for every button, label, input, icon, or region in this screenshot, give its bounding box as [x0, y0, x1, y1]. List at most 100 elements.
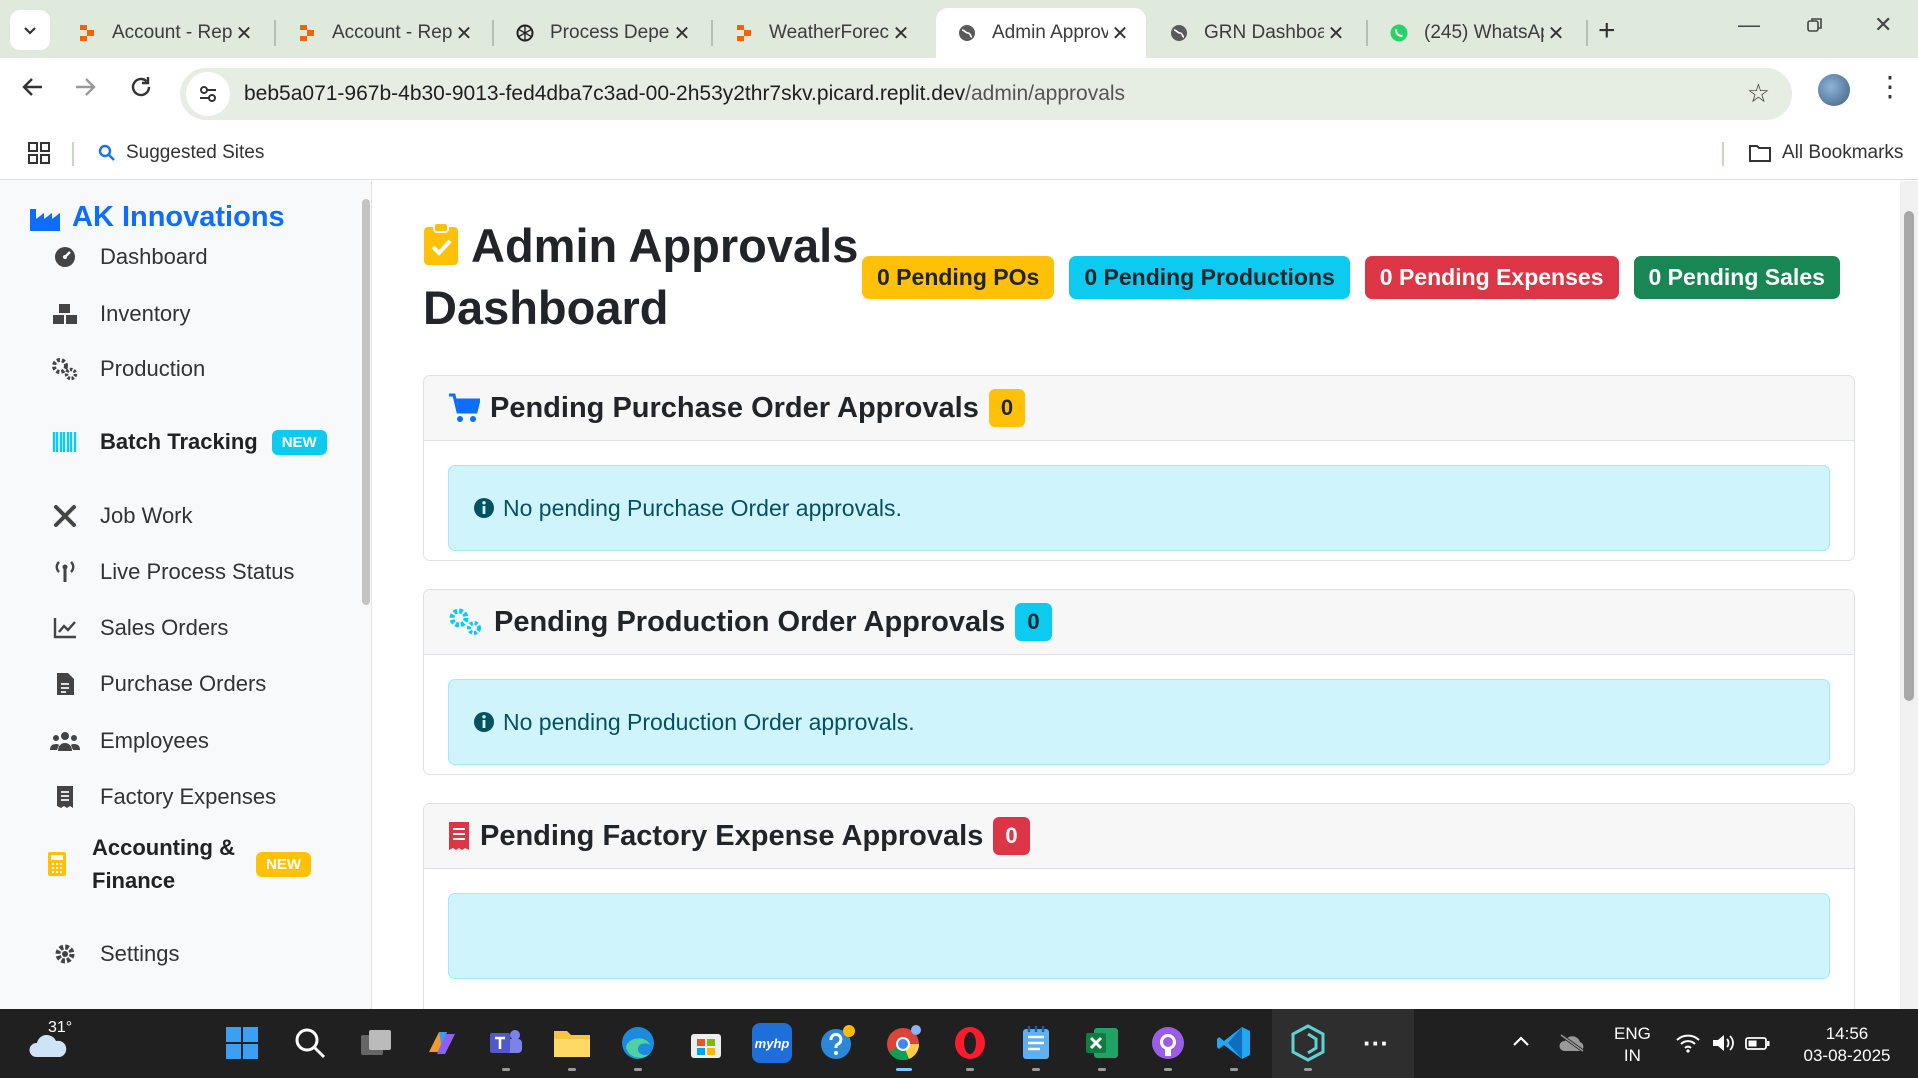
- profile-avatar[interactable]: [1818, 74, 1850, 106]
- reload-button[interactable]: [128, 74, 154, 107]
- cursor-app[interactable]: [1288, 1023, 1328, 1071]
- chevron-down-icon: [24, 27, 36, 35]
- apps-grid-icon[interactable]: [28, 142, 50, 169]
- close-icon[interactable]: ✕: [1324, 21, 1348, 46]
- url-text[interactable]: beb5a071-967b-4b30-9013-fed4dba7c3ad-00-…: [244, 82, 1125, 106]
- quick-settings-button[interactable]: [1676, 1033, 1771, 1059]
- bookmark-star-icon[interactable]: ☆: [1747, 78, 1770, 109]
- card-title: Pending Production Order Approvals: [494, 605, 1006, 638]
- sidebar-scrollbar-thumb[interactable]: [362, 199, 370, 605]
- close-icon[interactable]: ✕: [452, 21, 476, 46]
- tab-whatsapp[interactable]: (245) WhatsAp ✕: [1368, 8, 1582, 58]
- close-icon[interactable]: ✕: [889, 21, 913, 46]
- teams-icon: [490, 1030, 522, 1053]
- card-body: No pending Production Order approvals.: [424, 655, 1854, 774]
- chrome-app[interactable]: [884, 1023, 924, 1071]
- running-indicator: [1230, 1068, 1238, 1071]
- sidebar-item-employees[interactable]: Employees: [50, 728, 209, 754]
- running-indicator: [1098, 1068, 1106, 1071]
- excel-app[interactable]: [1082, 1023, 1122, 1071]
- site-info-button[interactable]: [186, 72, 230, 116]
- teams-app[interactable]: [486, 1023, 526, 1071]
- bookmarks-bar: Suggested Sites All Bookmarks: [0, 130, 1918, 180]
- myhp-app[interactable]: myhp: [752, 1023, 792, 1063]
- opera-app[interactable]: [950, 1023, 990, 1071]
- sidebar-item-inventory[interactable]: Inventory: [50, 301, 191, 327]
- tab-grn[interactable]: GRN Dashboa ✕: [1148, 8, 1362, 58]
- sidebar-item-accounting-finance[interactable]: Accounting & Finance NEW: [42, 831, 342, 897]
- menu-button[interactable]: ⋮: [1876, 70, 1904, 103]
- production-order-approvals-card: Pending Production Order Approvals 0 No …: [423, 589, 1855, 775]
- new-tab-button[interactable]: +: [1598, 14, 1616, 48]
- taskbar-search-button[interactable]: [290, 1023, 330, 1063]
- sidebar-item-live-process-status[interactable]: Live Process Status: [50, 559, 294, 585]
- onedrive-status[interactable]: [1558, 1033, 1586, 1059]
- back-button[interactable]: [20, 74, 46, 107]
- notepad-icon: [1023, 1026, 1049, 1059]
- page-scrollbar[interactable]: [1900, 181, 1918, 1009]
- sidebar-item-purchase-orders[interactable]: Purchase Orders: [50, 671, 266, 697]
- cogs-icon: [448, 607, 484, 637]
- sidebar-item-label: Production: [100, 356, 206, 381]
- file-explorer-app[interactable]: [552, 1023, 592, 1071]
- count-badge: 0: [988, 389, 1026, 427]
- tab-title: (245) WhatsAp: [1424, 22, 1544, 43]
- close-icon[interactable]: ✕: [670, 21, 694, 46]
- info-alert: No pending Purchase Order approvals.: [448, 465, 1830, 551]
- address-bar[interactable]: beb5a071-967b-4b30-9013-fed4dba7c3ad-00-…: [180, 68, 1792, 120]
- tune-icon: [200, 86, 216, 102]
- tab-weather[interactable]: WeatherForec ✕: [713, 8, 927, 58]
- sidebar-item-sales-orders[interactable]: Sales Orders: [50, 615, 228, 641]
- close-icon[interactable]: ✕: [1108, 21, 1132, 46]
- microsoft-store-app[interactable]: [686, 1023, 726, 1063]
- notepad-app[interactable]: [1016, 1023, 1056, 1071]
- sidebar-item-label: Inventory: [100, 301, 191, 326]
- tab-process[interactable]: Process Deper ✕: [494, 8, 708, 58]
- sidebar-item-dashboard[interactable]: Dashboard: [50, 244, 208, 270]
- sidebar-item-job-work[interactable]: Job Work: [50, 503, 193, 529]
- forward-button[interactable]: [72, 74, 98, 107]
- active-indicator: [896, 1068, 912, 1071]
- tab-account-1[interactable]: Account - Rep ✕: [56, 8, 270, 58]
- language-indicator[interactable]: ENG IN: [1614, 1023, 1651, 1067]
- show-hidden-icons-button[interactable]: [1512, 1031, 1530, 1053]
- replit-icon: [296, 22, 318, 44]
- tab-account-2[interactable]: Account - Rep ✕: [276, 8, 490, 58]
- sidebar-item-settings[interactable]: Settings: [50, 941, 180, 967]
- restore-button[interactable]: [1806, 14, 1824, 40]
- pending-sales-pill: 0 Pending Sales: [1633, 256, 1840, 299]
- tab-admin-approvals[interactable]: Admin Approv ✕: [936, 8, 1146, 58]
- github-desktop-app[interactable]: [1148, 1023, 1188, 1071]
- card-title: Pending Factory Expense Approvals: [480, 819, 984, 852]
- bookmark-suggested-sites[interactable]: Suggested Sites: [98, 142, 264, 164]
- get-help-app[interactable]: [818, 1023, 858, 1063]
- minimize-button[interactable]: —: [1738, 12, 1760, 38]
- boxes-icon: [50, 301, 80, 327]
- start-button[interactable]: [222, 1023, 262, 1063]
- clock[interactable]: 14:56 03-08-2025: [1792, 1023, 1902, 1067]
- copilot-icon: [429, 1032, 455, 1054]
- date: 03-08-2025: [1803, 1046, 1891, 1065]
- cogs-icon: [50, 356, 80, 382]
- close-icon[interactable]: ✕: [1544, 21, 1568, 46]
- page-scrollbar-thumb[interactable]: [1904, 211, 1914, 701]
- time: 14:56: [1825, 1024, 1869, 1043]
- edge-app[interactable]: [618, 1023, 658, 1071]
- all-bookmarks-button[interactable]: All Bookmarks: [1748, 142, 1903, 164]
- sidebar-scrollbar[interactable]: [360, 181, 371, 1009]
- folder-icon: [1749, 145, 1771, 162]
- close-icon[interactable]: ✕: [232, 21, 256, 46]
- sidebar-item-batch-tracking[interactable]: Batch Tracking NEW: [50, 429, 327, 455]
- tab-search-button[interactable]: [10, 10, 50, 50]
- brand-logo[interactable]: AK Innovations: [30, 201, 285, 234]
- whatsapp-icon: [1388, 22, 1410, 44]
- card-title: Pending Purchase Order Approvals: [490, 391, 979, 424]
- close-window-button[interactable]: ✕: [1874, 12, 1892, 38]
- vscode-app[interactable]: [1214, 1023, 1254, 1071]
- copilot-app[interactable]: [422, 1023, 462, 1063]
- sidebar-item-factory-expenses[interactable]: Factory Expenses: [50, 784, 276, 810]
- sidebar-item-production[interactable]: Production: [50, 356, 205, 382]
- search-icon: [98, 144, 115, 161]
- task-view-button[interactable]: [356, 1023, 396, 1063]
- more-apps-button[interactable]: ···: [1356, 1023, 1396, 1063]
